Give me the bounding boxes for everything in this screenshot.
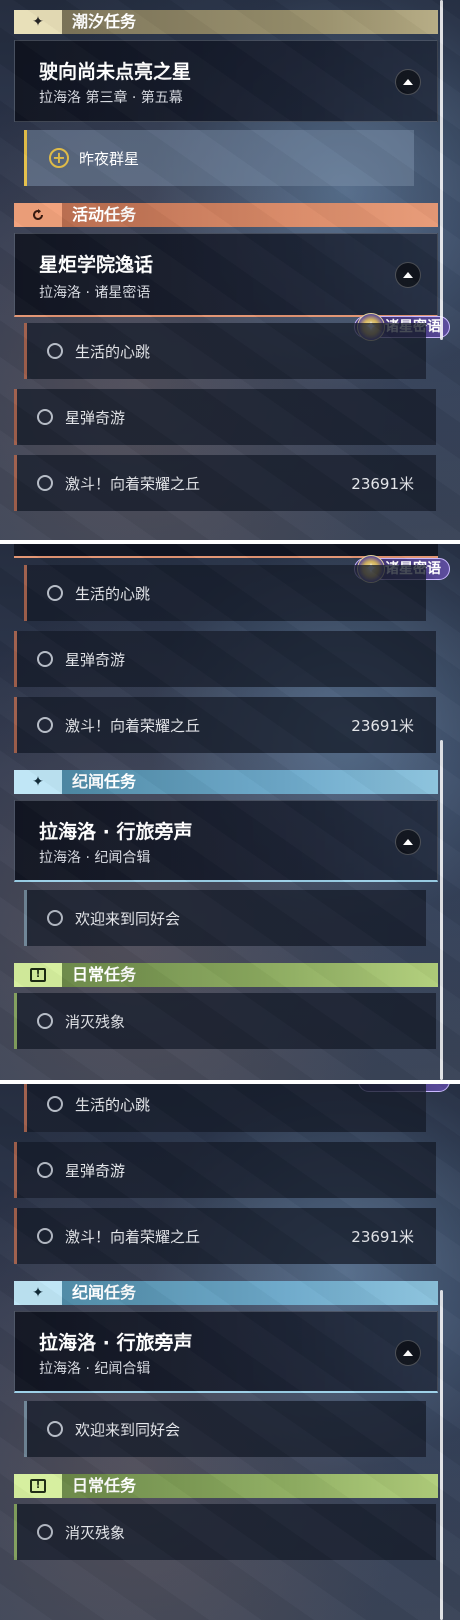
subquest-label: 星弹奇游 bbox=[65, 1161, 126, 1180]
section-title: 日常任务 bbox=[62, 1474, 438, 1498]
section-title: 活动任务 bbox=[62, 203, 438, 227]
lore-quest-header: ✦ 纪闻任务 bbox=[14, 770, 438, 794]
daily-quest-header: ! 日常任务 bbox=[14, 963, 438, 987]
tracked-plus-icon: + bbox=[49, 148, 69, 168]
subquest-label: 星弹奇游 bbox=[65, 408, 126, 427]
subquest-label: 消灭残象 bbox=[65, 1012, 126, 1031]
lore-quest-header: ✦ 纪闻任务 bbox=[14, 1281, 438, 1305]
collapse-chevron-icon[interactable] bbox=[395, 262, 421, 288]
subquest-item[interactable]: 星弹奇游 bbox=[14, 389, 436, 445]
subquest-label: 激斗！向着荣耀之丘 bbox=[65, 1227, 201, 1246]
exclamation-icon: ! bbox=[14, 1474, 62, 1498]
subquest-label: 星弹奇游 bbox=[65, 650, 126, 669]
star-icon: ✦ bbox=[14, 10, 62, 34]
circle-icon bbox=[47, 1096, 63, 1112]
subquest-item[interactable]: 生活的心跳 bbox=[24, 323, 426, 379]
subquest-item[interactable]: 生活的心跳 bbox=[24, 565, 426, 621]
quest-card[interactable]: 拉海洛 · 行旅旁声 拉海洛 · 纪闻合辑 bbox=[14, 800, 438, 882]
subquest-item[interactable]: 消灭残象 bbox=[14, 1504, 436, 1560]
quest-title: 拉海洛 · 行旅旁声 bbox=[39, 1332, 193, 1354]
circle-icon bbox=[37, 1228, 53, 1244]
section-title: 纪闻任务 bbox=[62, 770, 438, 794]
quest-card[interactable]: 驶向尚未点亮之星 拉海洛 第三章 · 第五幕 bbox=[14, 40, 438, 122]
active-subquest[interactable]: + 昨夜群星 bbox=[24, 130, 414, 186]
circle-icon bbox=[37, 475, 53, 491]
quest-title: 驶向尚未点亮之星 bbox=[39, 61, 192, 83]
quest-subtitle: 拉海洛 · 纪闻合辑 bbox=[39, 1361, 151, 1377]
quest-panel-3: 生活的心跳 星弹奇游 激斗！向着荣耀之丘 23691米 ✦ 纪闻任务 拉海洛 ·… bbox=[0, 1084, 460, 1620]
quest-subtitle: 拉海洛 第三章 · 第五幕 bbox=[39, 90, 183, 106]
subquest-item[interactable]: 星弹奇游 bbox=[14, 631, 436, 687]
quest-panel-1: ✦ 潮汐任务 驶向尚未点亮之星 拉海洛 第三章 · 第五幕 + 昨夜群星 活动任… bbox=[0, 0, 460, 540]
subquest-label: 生活的心跳 bbox=[75, 342, 151, 361]
subquest-item[interactable]: 生活的心跳 bbox=[24, 1084, 426, 1132]
quest-subtitle: 拉海洛 · 纪闻合辑 bbox=[39, 850, 151, 866]
circle-icon bbox=[47, 585, 63, 601]
distance-label: 23691米 bbox=[351, 1227, 414, 1246]
circle-icon bbox=[37, 1162, 53, 1178]
scrollbar[interactable] bbox=[440, 740, 443, 1080]
collapse-chevron-icon[interactable] bbox=[395, 69, 421, 95]
section-title: 潮汐任务 bbox=[62, 10, 438, 34]
quest-title: 星炬学院逸话 bbox=[39, 254, 154, 276]
star-icon: ✦ bbox=[14, 770, 62, 794]
circle-icon bbox=[47, 910, 63, 926]
tide-quest-header: ✦ 潮汐任务 bbox=[14, 10, 438, 34]
distance-label: 23691米 bbox=[351, 474, 414, 493]
circle-icon bbox=[47, 1421, 63, 1437]
exclamation-icon: ! bbox=[14, 963, 62, 987]
event-quest-header: 活动任务 bbox=[14, 203, 438, 227]
circle-icon bbox=[47, 343, 63, 359]
scrollbar[interactable] bbox=[440, 0, 443, 340]
scrollbar[interactable] bbox=[440, 1290, 443, 1620]
daily-quest-header: ! 日常任务 bbox=[14, 1474, 438, 1498]
quest-card[interactable]: 星炬学院逸话 拉海洛 · 诸星密语 bbox=[14, 233, 438, 317]
collapse-chevron-icon[interactable] bbox=[395, 1340, 421, 1366]
circle-icon bbox=[37, 1013, 53, 1029]
subquest-item[interactable]: 激斗！向着荣耀之丘 23691米 bbox=[14, 1208, 436, 1264]
circle-icon bbox=[37, 717, 53, 733]
subquest-item[interactable]: 消灭残象 bbox=[14, 993, 436, 1049]
circle-icon bbox=[37, 651, 53, 667]
subquest-item[interactable]: 激斗！向着荣耀之丘 23691米 bbox=[14, 455, 436, 511]
subquest-label: 生活的心跳 bbox=[75, 584, 151, 603]
quest-panel-2: ✦ 诸星密语 生活的心跳 星弹奇游 激斗！向着荣耀之丘 23691米 ✦ 纪闻任… bbox=[0, 544, 460, 1080]
subquest-label: 欢迎来到同好会 bbox=[75, 909, 181, 928]
subquest-label: 消灭残象 bbox=[65, 1523, 126, 1542]
collapse-chevron-icon[interactable] bbox=[395, 829, 421, 855]
section-title: 纪闻任务 bbox=[62, 1281, 438, 1305]
subquest-label: 激斗！向着荣耀之丘 bbox=[65, 474, 201, 493]
subquest-item[interactable]: 欢迎来到同好会 bbox=[24, 1401, 426, 1457]
subquest-label: 激斗！向着荣耀之丘 bbox=[65, 716, 201, 735]
event-refresh-icon bbox=[14, 203, 62, 227]
quest-title: 拉海洛 · 行旅旁声 bbox=[39, 821, 193, 843]
circle-icon bbox=[37, 1524, 53, 1540]
circle-icon bbox=[37, 409, 53, 425]
subquest-item[interactable]: 星弹奇游 bbox=[14, 1142, 436, 1198]
subquest-label: 欢迎来到同好会 bbox=[75, 1420, 181, 1439]
section-title: 日常任务 bbox=[62, 963, 438, 987]
subquest-item[interactable]: 激斗！向着荣耀之丘 23691米 bbox=[14, 697, 436, 753]
subquest-label: 生活的心跳 bbox=[75, 1095, 151, 1114]
subquest-item[interactable]: 欢迎来到同好会 bbox=[24, 890, 426, 946]
distance-label: 23691米 bbox=[351, 716, 414, 735]
quest-subtitle: 拉海洛 · 诸星密语 bbox=[39, 285, 151, 301]
star-icon: ✦ bbox=[14, 1281, 62, 1305]
subquest-label: 昨夜群星 bbox=[79, 149, 140, 168]
quest-card[interactable]: 拉海洛 · 行旅旁声 拉海洛 · 纪闻合辑 bbox=[14, 1311, 438, 1393]
